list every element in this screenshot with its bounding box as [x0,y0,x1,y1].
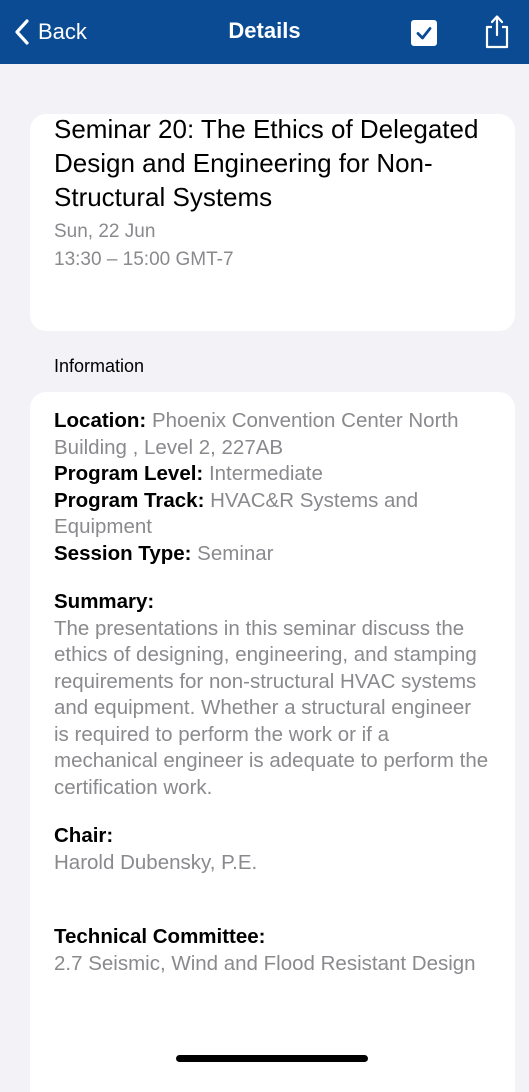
summary-text: The presentations in this seminar discus… [54,616,489,799]
information-card: Location: Phoenix Convention Center Nort… [30,392,515,1092]
chair-value: Harold Dubensky, P.E. [54,850,258,874]
checkbox-checked-icon [416,27,432,40]
back-label: Back [38,19,87,44]
chair-label: Chair: [54,824,114,847]
program-track-label: Program Track: [54,488,205,512]
session-title-text: Seminar 20: The Ethics of Delegated Desi… [54,114,479,212]
bookmark-checkbox[interactable] [411,20,437,46]
location-row: Location: Phoenix Convention Center Nort… [54,408,491,461]
program-level-label: Program Level: [54,462,204,485]
share-icon [485,15,509,49]
session-date: Sun, 22 Jun [54,221,156,242]
information-section-header: Information [54,356,145,376]
program-level-row: Program Level: Intermediate [54,461,491,488]
session-type-value: Seminar [197,541,274,565]
home-indicator [176,1055,368,1062]
back-button[interactable]: Back [14,12,87,52]
share-button[interactable] [482,14,512,55]
session-type-label: Session Type: [54,541,192,565]
navigation-bar: Back Details [0,0,529,64]
program-level-value: Intermediate [208,462,323,485]
technical-committee-label: Technical Committee: [54,925,266,948]
info-details: Location: Phoenix Convention Center Nort… [54,408,491,977]
summary-label: Summary: [54,590,155,613]
chevron-left-icon [15,19,29,45]
session-title-block: Seminar 20: The Ethics of Delegated Desi… [54,112,479,274]
session-time: 13:30 – 15:00 GMT-7 [54,249,234,270]
location-label: Location: [54,409,147,432]
session-type-row: Session Type: Seminar [54,541,491,568]
technical-committee-value: 2.7 Seismic, Wind and Flood Resistant De… [54,951,476,975]
program-track-row: Program Track: HVAC&R Systems and Equipm… [54,488,491,541]
